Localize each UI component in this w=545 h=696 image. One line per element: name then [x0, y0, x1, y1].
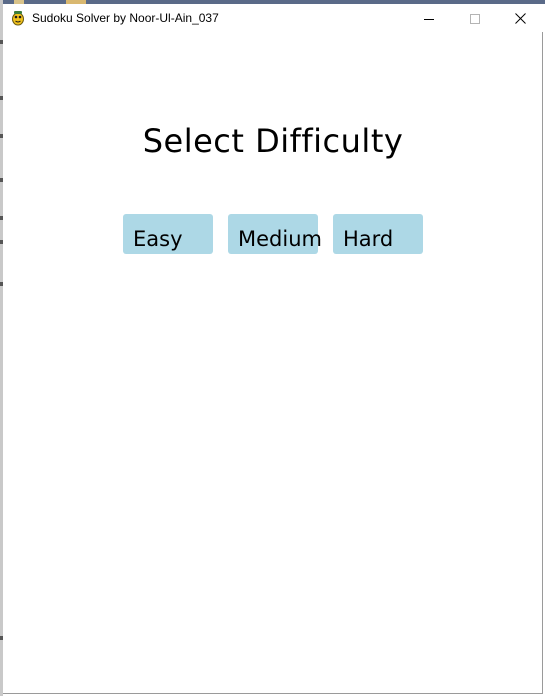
easy-button[interactable]: Easy	[123, 214, 213, 254]
close-icon	[514, 9, 526, 28]
hard-button[interactable]: Hard	[333, 214, 423, 254]
close-button[interactable]	[497, 4, 543, 32]
title-bar[interactable]: Sudoku Solver by Noor-Ul-Ain_037	[3, 4, 543, 32]
medium-button[interactable]: Medium	[228, 214, 322, 254]
hard-button-label: Hard	[343, 227, 394, 251]
minimize-button[interactable]	[406, 4, 452, 32]
window-title: Sudoku Solver by Noor-Ul-Ain_037	[32, 11, 219, 25]
pygame-snake-icon	[10, 10, 26, 26]
maximize-button[interactable]	[452, 4, 498, 32]
maximize-icon	[470, 9, 480, 28]
app-window: Sudoku Solver by Noor-Ul-Ain_037 Select …	[3, 4, 543, 694]
page-title: Select Difficulty	[142, 122, 404, 160]
easy-button-label: Easy	[133, 227, 183, 251]
medium-button-label: Medium	[238, 227, 322, 251]
minimize-icon	[424, 9, 434, 28]
game-canvas: Select Difficulty Easy Medium Hard	[3, 32, 543, 694]
